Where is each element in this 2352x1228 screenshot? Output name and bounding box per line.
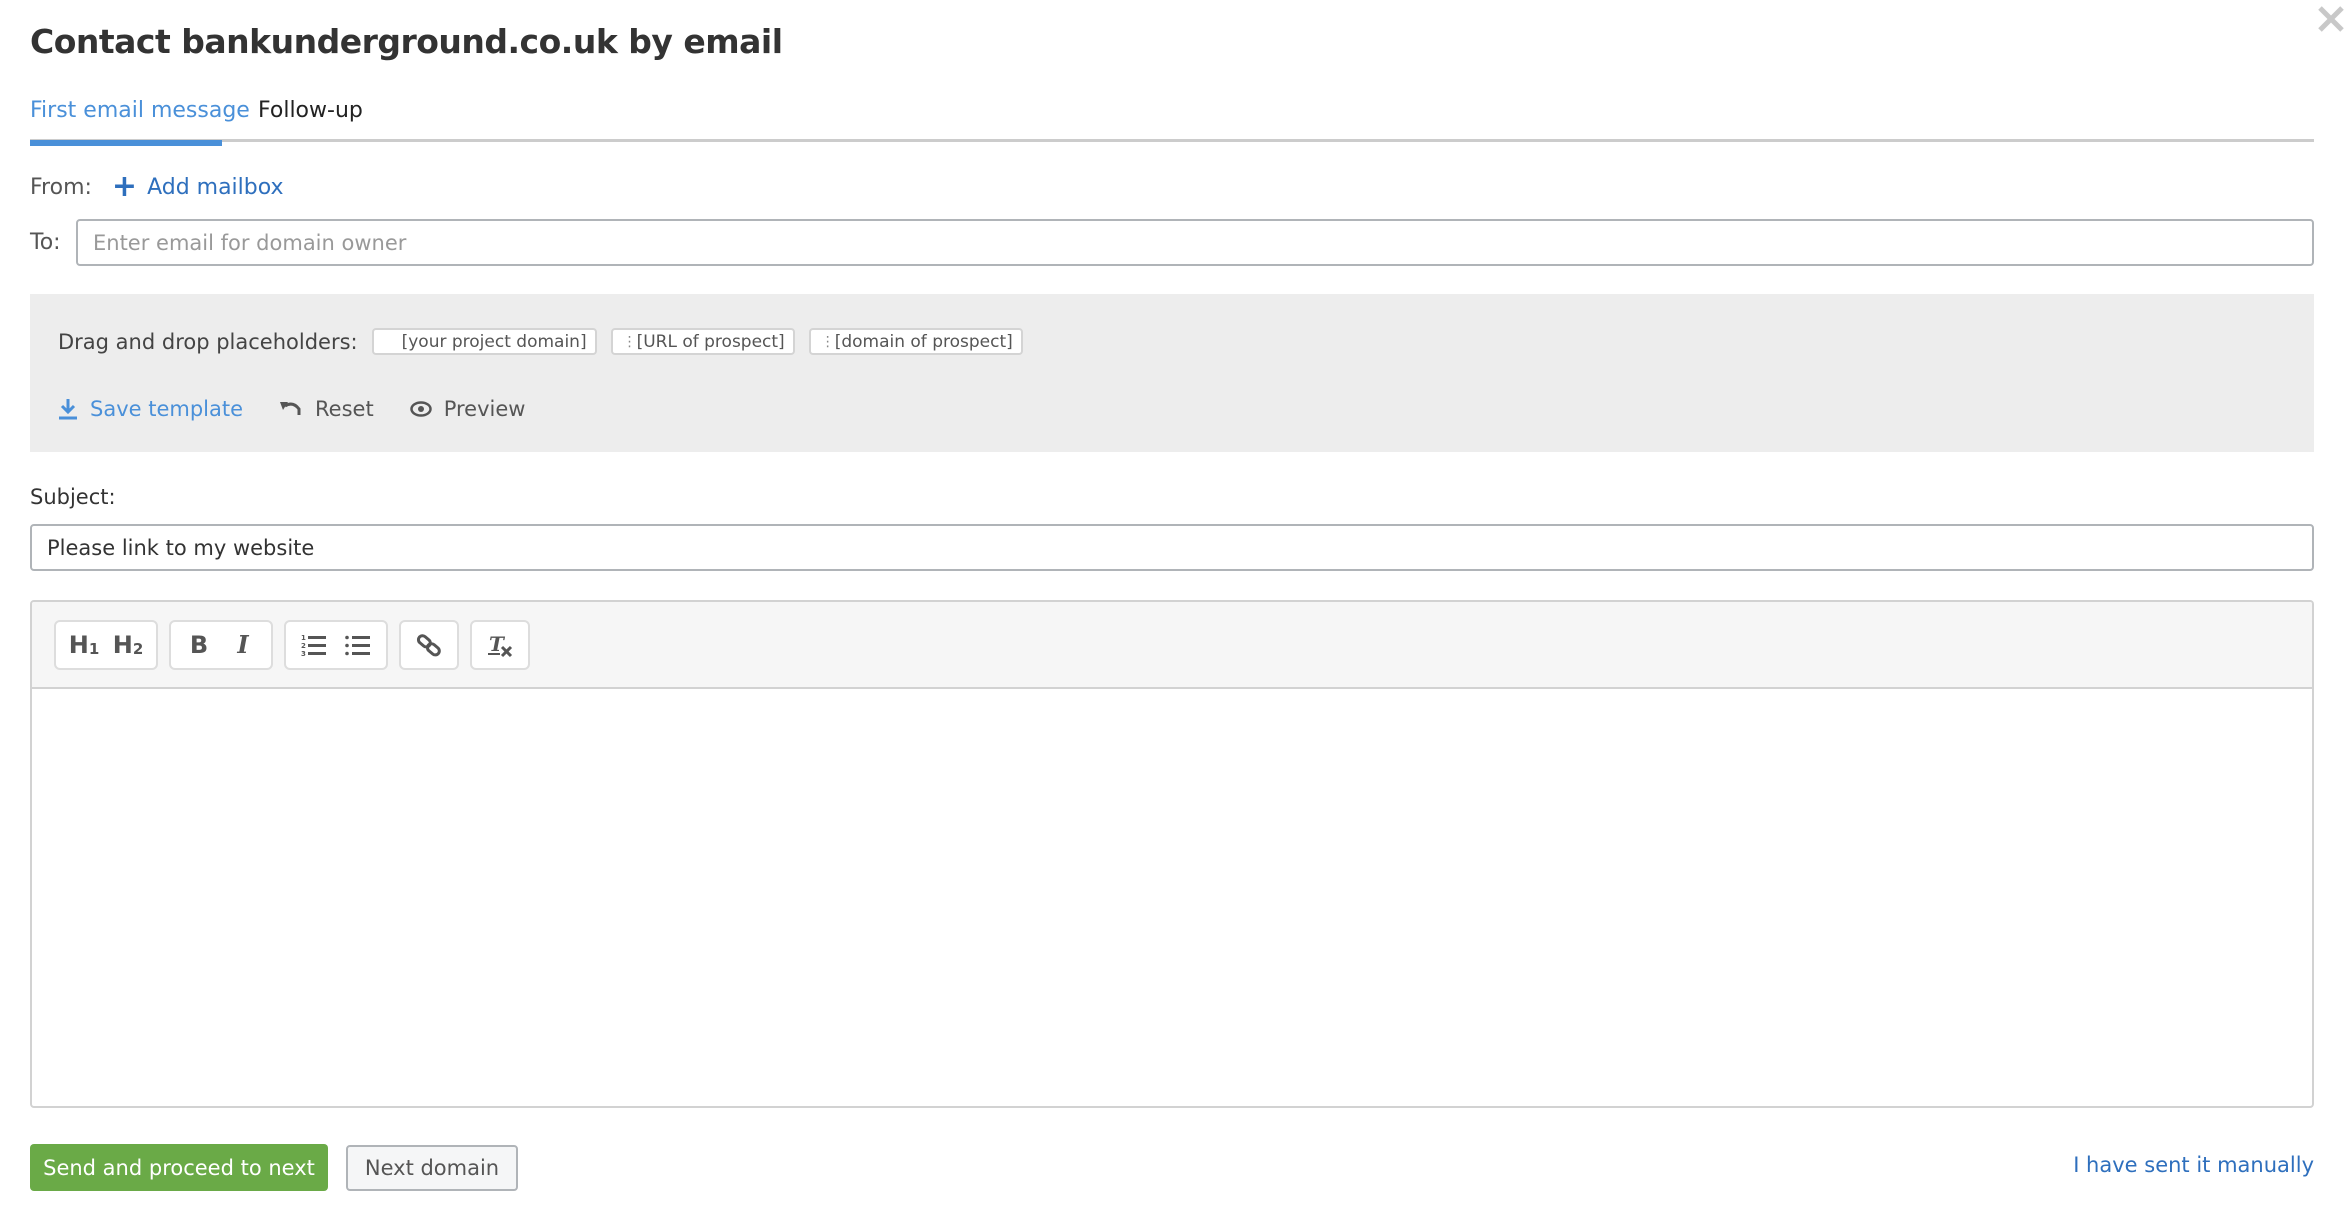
clear-format-group: T bbox=[470, 619, 530, 670]
clear-formatting-button[interactable]: T bbox=[478, 625, 522, 665]
placeholder-chip-label: [URL of prospect] bbox=[636, 331, 785, 352]
save-template-button[interactable]: Save template bbox=[58, 397, 243, 421]
placeholders-label: Drag and drop placeholders: bbox=[58, 329, 358, 354]
bullet-list-button[interactable] bbox=[336, 625, 380, 665]
drag-handle-icon: ⋮ bbox=[622, 333, 637, 350]
to-label: To: bbox=[30, 230, 61, 255]
placeholders-row: Drag and drop placeholders: [your projec… bbox=[58, 328, 1037, 355]
heading-group: H1 H2 bbox=[54, 619, 158, 670]
heading-1-icon: H bbox=[68, 630, 89, 659]
save-template-label: Save template bbox=[90, 397, 244, 421]
undo-icon bbox=[280, 402, 301, 415]
subject-input[interactable] bbox=[30, 524, 2314, 571]
italic-button[interactable]: I bbox=[221, 625, 265, 665]
bold-button[interactable]: B bbox=[177, 625, 221, 665]
download-icon bbox=[59, 399, 77, 420]
insert-link-button[interactable] bbox=[407, 625, 451, 665]
close-button[interactable] bbox=[2314, 2, 2348, 36]
svg-text:2: 2 bbox=[301, 642, 306, 650]
editor-toolbar: H1 H2 B I 1 2 3 T bbox=[32, 602, 2312, 689]
add-mailbox-label: Add mailbox bbox=[147, 174, 284, 200]
bullet-list-icon bbox=[345, 635, 370, 655]
bold-icon: B bbox=[189, 630, 209, 659]
heading-1-sub: 1 bbox=[88, 639, 100, 658]
ordered-list-button[interactable]: 1 2 3 bbox=[292, 625, 336, 665]
template-actions: Save template Reset Preview bbox=[58, 397, 561, 421]
svg-text:3: 3 bbox=[301, 650, 306, 657]
clear-formatting-icon: T bbox=[488, 632, 513, 657]
placeholder-chip-label: [domain of prospect] bbox=[834, 331, 1013, 352]
preview-button[interactable]: Preview bbox=[409, 397, 526, 421]
to-row: To: bbox=[30, 219, 2314, 266]
placeholders-panel: Drag and drop placeholders: [your projec… bbox=[30, 294, 2314, 452]
placeholder-chip-domain-of-prospect[interactable]: ⋮ [domain of prospect] bbox=[808, 328, 1023, 355]
heading-2-icon: H bbox=[112, 630, 133, 659]
email-body-input[interactable] bbox=[32, 689, 2312, 1106]
page-title: Contact bankunderground.co.uk by email bbox=[30, 22, 783, 61]
ordered-list-icon: 1 2 3 bbox=[301, 634, 326, 657]
tab-first-email-message[interactable]: First email message bbox=[30, 98, 250, 146]
placeholder-chip-label: [your project domain] bbox=[401, 331, 587, 352]
sent-manually-link[interactable]: I have sent it manually bbox=[2073, 1153, 2314, 1177]
from-label: From: bbox=[30, 174, 92, 200]
reset-button[interactable]: Reset bbox=[279, 397, 374, 421]
reset-label: Reset bbox=[315, 397, 374, 421]
tab-bar: First email message Follow-up bbox=[30, 94, 2314, 146]
link-icon bbox=[416, 633, 441, 656]
placeholder-chip-project-domain[interactable]: [your project domain] bbox=[371, 328, 597, 355]
italic-icon: I bbox=[237, 630, 249, 659]
next-domain-button[interactable]: Next domain bbox=[346, 1145, 518, 1191]
from-row: From: + Add mailbox bbox=[30, 172, 284, 202]
email-body-editor: H1 H2 B I 1 2 3 T bbox=[30, 600, 2314, 1108]
placeholder-chip-url-of-prospect[interactable]: ⋮ [URL of prospect] bbox=[610, 328, 795, 355]
preview-label: Preview bbox=[443, 397, 526, 421]
send-and-proceed-button[interactable]: Send and proceed to next bbox=[30, 1144, 328, 1191]
svg-text:T: T bbox=[489, 632, 506, 656]
drag-handle-icon: ⋮ bbox=[820, 333, 835, 350]
format-group: B I bbox=[169, 619, 273, 670]
subject-label: Subject: bbox=[30, 485, 116, 509]
heading-2-button[interactable]: H2 bbox=[106, 625, 150, 665]
add-mailbox-link[interactable]: + Add mailbox bbox=[112, 172, 284, 202]
link-group bbox=[399, 619, 459, 670]
heading-2-sub: 2 bbox=[132, 639, 144, 658]
eye-icon bbox=[409, 401, 432, 417]
plus-icon: + bbox=[111, 169, 138, 204]
to-email-input[interactable] bbox=[76, 219, 2314, 266]
list-group: 1 2 3 bbox=[284, 619, 388, 670]
tab-follow-up[interactable]: Follow-up bbox=[258, 98, 363, 142]
close-icon bbox=[2318, 6, 2344, 32]
svg-text:1: 1 bbox=[301, 634, 306, 642]
heading-1-button[interactable]: H1 bbox=[62, 625, 106, 665]
